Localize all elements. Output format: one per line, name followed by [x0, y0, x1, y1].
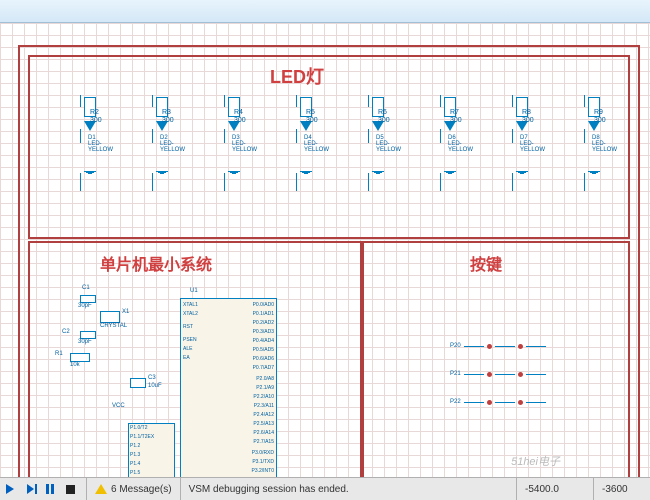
- messages-text: 6 Message(s): [111, 484, 172, 495]
- mcu-chip[interactable]: P0.0/AD0P0.1/AD1P0.2/AD2P0.3/AD3P0.4/AD4…: [180, 298, 277, 477]
- c3-val: 10uF: [148, 383, 162, 389]
- stop-button[interactable]: [62, 481, 78, 497]
- statusbar: 6 Message(s) VSM debugging session has e…: [0, 477, 650, 500]
- schematic-canvas[interactable]: LED灯 R2 300 D1 LED-YELLOW R3 300 D2 LED-…: [0, 23, 650, 477]
- play-button[interactable]: [2, 481, 18, 497]
- p1-port[interactable]: P1.0/T2P1.1/T2EXP1.2P1.3P1.4P1.5P1.6P1.7: [128, 423, 175, 477]
- x1[interactable]: [100, 311, 120, 323]
- r1-val: 10k: [70, 362, 80, 368]
- led-unit-1[interactable]: R3 300 D2 LED-YELLOW: [132, 95, 192, 174]
- step-button[interactable]: [22, 481, 38, 497]
- x1-ref: X1: [122, 309, 129, 315]
- vcc-label: VCC: [112, 403, 125, 409]
- c2-val: 30pF: [78, 339, 92, 345]
- c3[interactable]: [130, 378, 146, 388]
- button-P21[interactable]: P21: [450, 371, 546, 377]
- led-unit-3[interactable]: R5 300 D4 LED-YELLOW: [276, 95, 336, 174]
- c1-val: 30pF: [78, 303, 92, 309]
- c2[interactable]: [80, 331, 96, 339]
- button-section-box: [362, 241, 630, 477]
- r1-ref: R1: [55, 351, 63, 357]
- proteus-window: LED灯 R2 300 D1 LED-YELLOW R3 300 D2 LED-…: [0, 0, 650, 500]
- button-P22[interactable]: P22: [450, 399, 546, 405]
- watermark: 51hei电子: [511, 453, 560, 469]
- titlebar: [0, 0, 650, 23]
- pause-button[interactable]: [42, 481, 58, 497]
- status-text-cell: VSM debugging session has ended.: [180, 478, 516, 500]
- messages-cell[interactable]: 6 Message(s): [86, 478, 180, 500]
- c1[interactable]: [80, 295, 96, 303]
- coord-y: -3600: [593, 478, 650, 500]
- warning-icon: [95, 484, 107, 494]
- u1-ref: U1: [190, 288, 198, 294]
- c1-ref: C1: [82, 285, 90, 291]
- button-P20[interactable]: P20: [450, 343, 546, 349]
- r1[interactable]: [70, 353, 90, 362]
- led-unit-0[interactable]: R2 300 D1 LED-YELLOW: [60, 95, 120, 174]
- coord-x: -5400.0: [516, 478, 593, 500]
- led-unit-7[interactable]: R9 300 D8 LED-YELLOW: [564, 95, 624, 174]
- c2-ref: C2: [62, 329, 70, 335]
- led-unit-6[interactable]: R8 300 D7 LED-YELLOW: [492, 95, 552, 174]
- status-text: VSM debugging session has ended.: [189, 484, 349, 495]
- led-title: LED灯: [270, 63, 324, 89]
- button-title: 按键: [470, 251, 502, 275]
- mcu-title: 单片机最小系统: [100, 251, 212, 275]
- led-unit-5[interactable]: R7 300 D6 LED-YELLOW: [420, 95, 480, 174]
- x1-val: CRYSTAL: [100, 323, 127, 329]
- led-unit-4[interactable]: R6 300 D5 LED-YELLOW: [348, 95, 408, 174]
- c3-ref: C3: [148, 375, 156, 381]
- led-unit-2[interactable]: R4 300 D3 LED-YELLOW: [204, 95, 264, 174]
